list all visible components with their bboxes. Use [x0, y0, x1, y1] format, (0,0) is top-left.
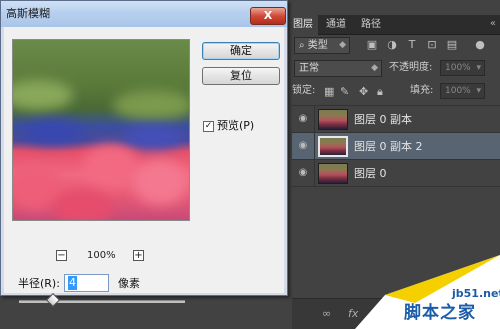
filter-kind-dropdown[interactable]: ⌕ 类型 ◆	[294, 37, 350, 54]
fill-value: 100%	[445, 86, 471, 96]
divider	[314, 160, 315, 187]
smart-object-filter-icon[interactable]: ▤	[446, 39, 458, 51]
dialog-titlebar[interactable]: 高斯模糊 X	[1, 1, 287, 27]
watermark-name: 脚本之家	[404, 303, 476, 323]
divider	[314, 106, 315, 133]
layer-row-selected[interactable]: ◉ 图层 0 副本 2	[292, 132, 500, 160]
preview-checkbox[interactable]: ✓	[203, 121, 214, 132]
type-filter-icon[interactable]: T	[406, 39, 418, 51]
radius-slider-track[interactable]	[19, 300, 185, 303]
search-icon: ⌕	[299, 40, 308, 51]
link-icon[interactable]: ∞	[322, 307, 331, 320]
ok-button[interactable]: 确定	[202, 42, 280, 60]
lock-transparent-icon[interactable]: ▦	[324, 86, 334, 98]
lock-paint-icon[interactable]: ✎	[340, 86, 349, 98]
zoom-level: 100%	[87, 250, 116, 261]
lock-all-icon[interactable]: 🔒︎	[377, 86, 383, 98]
shape-filter-icon[interactable]: ⊡	[426, 39, 438, 51]
divider	[314, 133, 315, 160]
visibility-eye-icon[interactable]: ◉	[296, 168, 310, 178]
layer-name: 图层 0 副本	[354, 113, 412, 126]
opacity-value: 100%	[445, 63, 471, 73]
preview-checkbox-label[interactable]: 预览(P)	[217, 119, 254, 133]
layer-thumbnail	[318, 163, 348, 184]
reset-button[interactable]: 复位	[202, 67, 280, 85]
close-button[interactable]: X	[250, 7, 286, 25]
chevron-down-icon: ▾	[476, 86, 481, 96]
preview-blob	[133, 160, 188, 205]
preview-blob	[83, 145, 138, 190]
zoom-in-button[interactable]: +	[133, 250, 144, 261]
radius-input[interactable]: 4	[64, 274, 109, 292]
preview-blob	[13, 80, 73, 110]
opacity-field[interactable]: 100% ▾	[440, 60, 485, 76]
lock-label: 锁定:	[292, 85, 316, 96]
preview-blob	[123, 125, 183, 150]
adjustment-filter-icon[interactable]: ◑	[386, 39, 398, 51]
gaussian-blur-dialog: 高斯模糊 X − 100% + 确定 复位 ✓ 预览(P) 半径(R): 4 像…	[0, 0, 288, 308]
opacity-label: 不透明度:	[389, 62, 433, 73]
watermark-site: jb51.net	[452, 287, 500, 300]
dialog-body: − 100% + 确定 复位 ✓ 预览(P) 半径(R): 4 像素	[4, 27, 284, 308]
radius-label: 半径(R):	[18, 277, 60, 290]
layer-row[interactable]: ◉ 图层 0	[292, 159, 500, 187]
layer-name: 图层 0 副本 2	[354, 140, 423, 153]
layer-row[interactable]: ◉ 图层 0 副本	[292, 105, 500, 133]
dialog-title: 高斯模糊	[6, 7, 50, 20]
blur-preview-image[interactable]	[12, 39, 190, 221]
filter-kind-label: 类型	[307, 40, 328, 51]
chevron-down-icon: ▾	[476, 63, 481, 73]
tab-paths[interactable]: 路径	[356, 15, 388, 35]
visibility-eye-icon[interactable]: ◉	[296, 141, 310, 151]
layer-thumbnail	[318, 109, 348, 130]
visibility-eye-icon[interactable]: ◉	[296, 114, 310, 124]
tab-layers[interactable]: 图层	[288, 15, 318, 35]
filter-toggle-icon[interactable]: ●	[474, 39, 486, 51]
blend-mode-value: 正常	[299, 63, 319, 74]
image-filter-icon[interactable]: ▣	[366, 39, 378, 51]
blend-mode-dropdown[interactable]: 正常 ◆	[294, 60, 382, 77]
fill-field[interactable]: 100% ▾	[440, 83, 485, 99]
panel-menu-icon[interactable]: «	[490, 19, 496, 29]
chevron-down-icon: ◆	[371, 63, 378, 73]
preview-blob	[23, 120, 83, 145]
lock-position-icon[interactable]: ✥	[359, 86, 368, 98]
radius-unit: 像素	[118, 277, 140, 290]
zoom-out-button[interactable]: −	[56, 250, 67, 261]
preview-blob	[53, 190, 113, 220]
tab-channels[interactable]: 通道	[321, 15, 353, 35]
chevron-down-icon: ◆	[339, 40, 346, 50]
fill-label: 填充:	[410, 85, 434, 96]
preview-blob	[113, 90, 189, 120]
layer-name: 图层 0	[354, 167, 387, 180]
layer-thumbnail	[318, 136, 348, 157]
layers-tab-bar: 图层 通道 路径 «	[288, 15, 500, 35]
radius-value: 4	[68, 276, 77, 290]
